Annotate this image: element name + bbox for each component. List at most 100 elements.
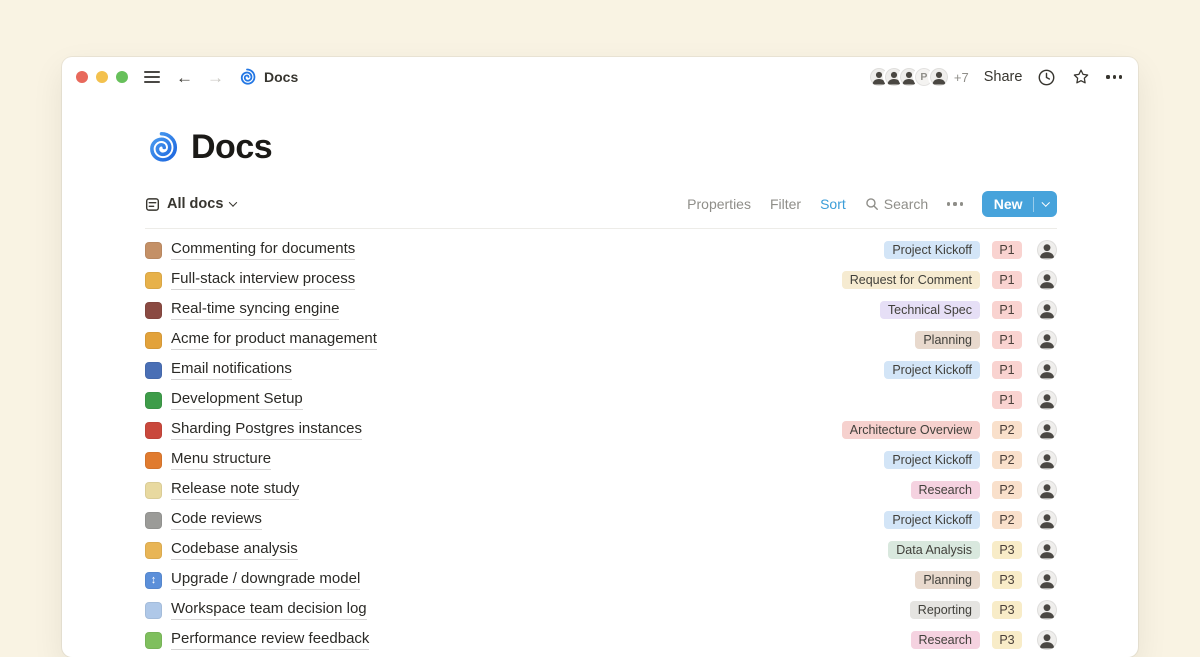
- history-clock-icon[interactable]: [1037, 68, 1056, 87]
- assignee-avatar: [1037, 270, 1057, 290]
- menu-icon[interactable]: [142, 69, 162, 85]
- new-dropdown-button[interactable]: [1034, 201, 1058, 207]
- doc-title[interactable]: Upgrade / downgrade model: [171, 570, 360, 591]
- priority-badge: P3: [992, 601, 1022, 619]
- monkey-face-icon: [145, 242, 162, 259]
- more-options-icon[interactable]: [1106, 75, 1122, 78]
- priority-badge: P2: [992, 451, 1022, 469]
- traffic-lights: [76, 71, 128, 83]
- technologist-icon: [145, 542, 162, 559]
- doc-title[interactable]: Email notifications: [171, 360, 292, 381]
- assignee-avatar: [1037, 510, 1057, 530]
- doc-row[interactable]: Release note studyResearchP2: [145, 475, 1057, 505]
- chevron-down-icon: [1041, 199, 1049, 207]
- zoom-window-button[interactable]: [116, 71, 128, 83]
- assignee-avatar: [1037, 360, 1057, 380]
- share-button[interactable]: Share: [984, 69, 1023, 85]
- doc-row[interactable]: Code reviews Project Kickoff P2: [145, 505, 1057, 535]
- close-window-button[interactable]: [76, 71, 88, 83]
- doc-title[interactable]: Real-time syncing engine: [171, 300, 339, 321]
- titlebar: ← → Docs P +7 Share: [62, 57, 1138, 97]
- doc-row[interactable]: ↕Upgrade / downgrade modelPlanningP3: [145, 565, 1057, 595]
- view-toolbar: All docs Properties Filter Sort Search N…: [145, 191, 1057, 229]
- doc-row[interactable]: Codebase analysisData AnalysisP3: [145, 535, 1057, 565]
- assignee-avatar: [1037, 630, 1057, 650]
- assignee-avatar: [1037, 480, 1057, 500]
- priority-badge: P3: [992, 571, 1022, 589]
- doc-tag-badge: Architecture Overview: [842, 421, 980, 439]
- filter-button[interactable]: Filter: [770, 196, 801, 212]
- view-selector[interactable]: All docs: [145, 196, 236, 212]
- doc-tag-badge: Request for Comment: [842, 271, 980, 289]
- doc-tag-badge: Project Kickoff: [884, 451, 980, 469]
- priority-badge: P2: [992, 511, 1022, 529]
- favorite-star-icon[interactable]: [1071, 67, 1091, 87]
- priority-badge: P1: [992, 331, 1022, 349]
- assignee-avatar: [1037, 420, 1057, 440]
- doc-title[interactable]: Code reviews: [171, 510, 262, 531]
- doc-title[interactable]: Codebase analysis: [171, 540, 298, 561]
- assignee-avatar: [1037, 300, 1057, 320]
- view-more-icon[interactable]: [947, 202, 963, 205]
- spiral-logo-icon: [238, 68, 256, 86]
- doc-row[interactable]: Workspace team decision logReportingP3: [145, 595, 1057, 625]
- fuel-pump-icon: [145, 422, 162, 439]
- bird-icon: [145, 632, 162, 649]
- assignee-avatar: [1037, 330, 1057, 350]
- doc-row[interactable]: Menu structure Project Kickoff P2: [145, 445, 1057, 475]
- doc-row[interactable]: Full-stack interview process Request for …: [145, 265, 1057, 295]
- doc-tag-badge: Project Kickoff: [884, 241, 980, 259]
- handshake-icon: [145, 272, 162, 289]
- doc-tag-badge: Technical Spec: [880, 301, 980, 319]
- doc-title[interactable]: Development Setup: [171, 390, 303, 411]
- doc-title[interactable]: Menu structure: [171, 450, 271, 471]
- forward-icon[interactable]: →: [207, 69, 224, 86]
- new-button[interactable]: New: [982, 191, 1057, 217]
- doc-row[interactable]: Real-time syncing engineTechnical SpecP1: [145, 295, 1057, 325]
- sort-button[interactable]: Sort: [820, 196, 846, 212]
- chevron-down-icon: [229, 198, 237, 206]
- memo-pencil-icon: [145, 482, 162, 499]
- assignee-avatar: [1037, 570, 1057, 590]
- doc-row[interactable]: Acme for product management Planning P1: [145, 325, 1057, 355]
- search-button[interactable]: Search: [865, 196, 928, 212]
- new-button-label: New: [982, 196, 1033, 212]
- doc-tag-badge: Research: [911, 631, 981, 649]
- assignee-avatar: [1037, 240, 1057, 260]
- doc-title[interactable]: Performance review feedback: [171, 630, 369, 651]
- doc-row[interactable]: Email notificationsProject KickoffP1: [145, 355, 1057, 385]
- doc-row[interactable]: Development Setup P1: [145, 385, 1057, 415]
- minimize-window-button[interactable]: [96, 71, 108, 83]
- doc-title[interactable]: Acme for product management: [171, 330, 377, 351]
- carrot-icon: [145, 452, 162, 469]
- back-icon[interactable]: ←: [176, 69, 193, 86]
- collaborator-avatars[interactable]: P +7: [868, 66, 969, 88]
- mailbox-icon: [145, 362, 162, 379]
- properties-button[interactable]: Properties: [687, 196, 751, 212]
- doc-tag-badge: Planning: [915, 571, 980, 589]
- priority-badge: P1: [992, 391, 1022, 409]
- doc-row[interactable]: Sharding Postgres instances Architecture …: [145, 415, 1057, 445]
- spiral-logo-icon: [145, 131, 178, 164]
- doc-tag-badge: Project Kickoff: [884, 511, 980, 529]
- doc-title[interactable]: Release note study: [171, 480, 299, 501]
- doc-title[interactable]: Full-stack interview process: [171, 270, 355, 291]
- priority-badge: P1: [992, 271, 1022, 289]
- assignee-avatar: [1037, 600, 1057, 620]
- page-title: Docs: [191, 128, 272, 167]
- doc-title[interactable]: Workspace team decision log: [171, 600, 367, 621]
- collaborator-avatar: [928, 66, 950, 88]
- page-lines-icon: [145, 197, 160, 212]
- priority-badge: P3: [992, 541, 1022, 559]
- doc-tag-badge: Planning: [915, 331, 980, 349]
- view-selector-label: All docs: [167, 196, 223, 212]
- doc-title[interactable]: Commenting for documents: [171, 240, 355, 261]
- avatar-overflow-count: +7: [954, 70, 969, 85]
- assignee-avatar: [1037, 450, 1057, 470]
- keyboard-icon: [145, 512, 162, 529]
- priority-badge: P1: [992, 361, 1022, 379]
- assignee-avatar: [1037, 390, 1057, 410]
- building-construction-icon: [145, 332, 162, 349]
- doc-row[interactable]: Commenting for documentsProject KickoffP…: [145, 235, 1057, 265]
- doc-title[interactable]: Sharding Postgres instances: [171, 420, 362, 441]
